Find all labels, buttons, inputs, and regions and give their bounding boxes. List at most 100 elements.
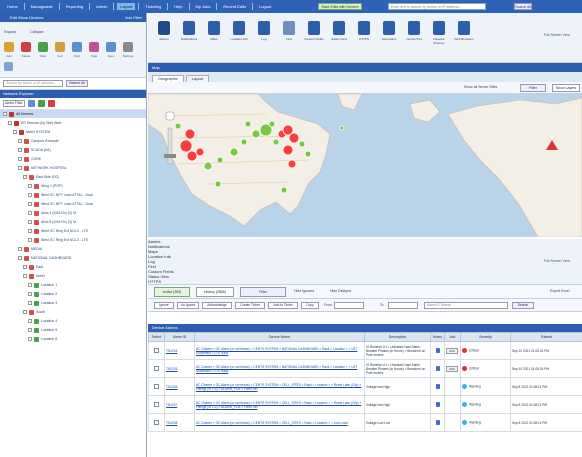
global-search-button[interactable]: Search All — [514, 3, 532, 10]
device-name-link[interactable]: AC Charter > OC Alarm (or not below) > C… — [194, 413, 365, 432]
map-site-marker[interactable] — [186, 150, 198, 162]
tree-node[interactable]: CORE — [18, 155, 41, 163]
toolbar-log-icon[interactable] — [258, 21, 270, 35]
expand-toggle-icon[interactable] — [28, 220, 32, 224]
map-site-marker[interactable] — [229, 147, 239, 157]
left-search-button[interactable]: Search All — [66, 80, 88, 87]
top-nav-tab[interactable]: Logout — [256, 3, 274, 10]
ignore-button[interactable]: Ignore — [154, 302, 174, 309]
alarm-id-link[interactable]: TN1238 — [164, 413, 195, 432]
ack-button[interactable]: ACK — [446, 365, 459, 372]
copy-button[interactable]: Copy — [301, 302, 319, 309]
expand-toggle-icon[interactable] — [23, 175, 27, 179]
column-header[interactable]: Select — [148, 332, 165, 342]
device-name-link[interactable]: AC Charter > OC Alarm (or not below) > C… — [194, 359, 365, 378]
toolbar-location-info-icon[interactable] — [233, 21, 245, 35]
toolbar-device-poll-icon[interactable] — [408, 21, 420, 35]
table-row[interactable]: TN1237 AC Charter > OC Alarm (or not belo… — [148, 395, 582, 414]
tree-node[interactable]: West SC NPT Lead ATTAL - Dual — [28, 191, 93, 199]
expand-toggle-icon[interactable] — [18, 166, 22, 170]
map-site-marker[interactable] — [174, 122, 182, 130]
device-name-link[interactable]: AC Charter > OC Alarm (or not below) > C… — [194, 341, 365, 360]
top-nav-tab[interactable]: Manageable — [28, 3, 56, 10]
column-header[interactable]: Device Name — [194, 332, 365, 342]
toolbar-add-icon[interactable] — [4, 42, 14, 52]
tree-node[interactable]: West SC Ring Ext NCL3 - LTE — [28, 227, 88, 235]
map-site-marker[interactable] — [282, 144, 294, 156]
toolbar-eyes-icon[interactable] — [106, 42, 116, 52]
tree-node[interactable]: Area 4 (DSA Rx) (2) M — [28, 209, 76, 217]
toolbar-sort-icon[interactable] — [55, 42, 65, 52]
toolbar-tags-icon[interactable] — [89, 42, 99, 52]
column-header[interactable]: Description — [364, 332, 431, 342]
info-icon[interactable] — [436, 419, 440, 425]
tree-node[interactable]: MAIN SYSTEM — [13, 128, 50, 136]
tree-node[interactable]: Location 3 — [28, 299, 57, 307]
toolbar-status-view-icon[interactable] — [333, 21, 345, 35]
column-header[interactable]: Notes — [430, 332, 445, 342]
map-filter-button[interactable]: Filter — [520, 84, 546, 92]
map-site-marker[interactable] — [203, 161, 213, 171]
column-header[interactable]: Severity — [460, 332, 511, 342]
join-filter-link[interactable]: Join Filter — [125, 13, 142, 22]
row-checkbox[interactable] — [154, 347, 159, 353]
info-icon[interactable] — [436, 383, 440, 389]
tree-node[interactable]: Location 4 — [28, 317, 57, 325]
toolbar-generation-icon[interactable] — [383, 21, 395, 35]
table-row[interactable]: TN1238 AC Charter > OC Alarm (or not belo… — [148, 413, 582, 432]
full-screen-link[interactable]: Full Screen View — [544, 33, 570, 37]
tree-node[interactable]: Location 5 — [28, 326, 57, 334]
map-site-marker[interactable] — [339, 125, 345, 131]
map-site-marker[interactable] — [272, 138, 280, 146]
tree-node[interactable]: SCADA (N4) — [18, 146, 51, 154]
save-edits-button[interactable]: Save Edits with Servers — [318, 3, 362, 10]
from-date-input[interactable] — [334, 302, 364, 309]
toolbar-network-scanner-icon[interactable] — [433, 21, 445, 35]
column-header[interactable]: Raised — [510, 332, 582, 342]
column-header[interactable]: Ack — [444, 332, 461, 342]
expand-toggle-icon[interactable] — [23, 274, 27, 278]
to-date-input[interactable] — [388, 302, 418, 309]
delete-icon[interactable] — [48, 100, 55, 107]
show-all-sites-checkbox[interactable]: Show all Server Sites — [464, 85, 497, 89]
tree-node[interactable]: MEDIA — [18, 245, 42, 253]
tree-node[interactable]: Location 6 — [28, 335, 57, 343]
device-name-link[interactable]: AC Charter > OC Alarm (or not below) > C… — [194, 377, 365, 396]
global-search-input[interactable]: Enter text to search by device or IP add… — [388, 3, 486, 10]
map-site-marker[interactable] — [280, 186, 288, 194]
tree-node[interactable]: North — [23, 272, 45, 280]
row-checkbox[interactable] — [154, 383, 159, 389]
table-row[interactable]: TN1236 AC Charter > OC Alarm (or not belo… — [148, 377, 582, 396]
create-ticket-button[interactable]: Create Ticket — [235, 302, 265, 309]
tab-layout[interactable]: Layout — [185, 75, 210, 82]
alarm-id-link[interactable]: TN1234 — [164, 341, 195, 360]
expand-toggle-icon[interactable] — [28, 193, 32, 197]
map-site-marker[interactable] — [244, 120, 252, 128]
tree-node[interactable]: Area 8 (DSA Rx) (3) M — [28, 218, 76, 226]
tree-node[interactable]: South — [23, 308, 45, 316]
expand-toggle-icon[interactable] — [28, 211, 32, 215]
expand-toggle-icon[interactable] — [28, 319, 32, 323]
alerts-filter-button[interactable]: Filter — [240, 287, 286, 297]
map-site-marker[interactable] — [288, 132, 300, 144]
tree-node[interactable]: Location 2 — [28, 290, 57, 298]
expand-toggle-icon[interactable] — [18, 256, 22, 260]
expand-toggle-icon[interactable] — [18, 139, 22, 143]
toolbar-alarms-icon[interactable] — [157, 20, 171, 36]
expand-toggle-icon[interactable] — [3, 112, 7, 116]
expand-toggle-icon[interactable] — [13, 130, 17, 134]
expand-toggle-icon[interactable] — [28, 238, 32, 242]
toolbar-settings-icon[interactable] — [123, 42, 133, 52]
toolbar-https-icon[interactable] — [358, 21, 370, 35]
tab-geographic[interactable]: Geographic — [152, 75, 184, 82]
alarm-search-button[interactable]: Search — [512, 302, 534, 309]
tree-node[interactable]: West SC NPT Lead ATTAL - Dual — [28, 200, 93, 208]
map-site-marker[interactable] — [251, 129, 261, 139]
tree-node[interactable]: NATIONAL DASHBOARD — [18, 254, 71, 262]
edit-icon[interactable] — [28, 100, 35, 107]
expand-toggle-icon[interactable] — [18, 247, 22, 251]
tree-node[interactable]: Wing 1 (POP) — [28, 182, 63, 190]
toolbar-filter-icon[interactable] — [38, 42, 48, 52]
hide-delayed-checkbox[interactable]: Hide Delayed — [330, 289, 351, 293]
ack-button[interactable]: ACK — [446, 347, 459, 354]
